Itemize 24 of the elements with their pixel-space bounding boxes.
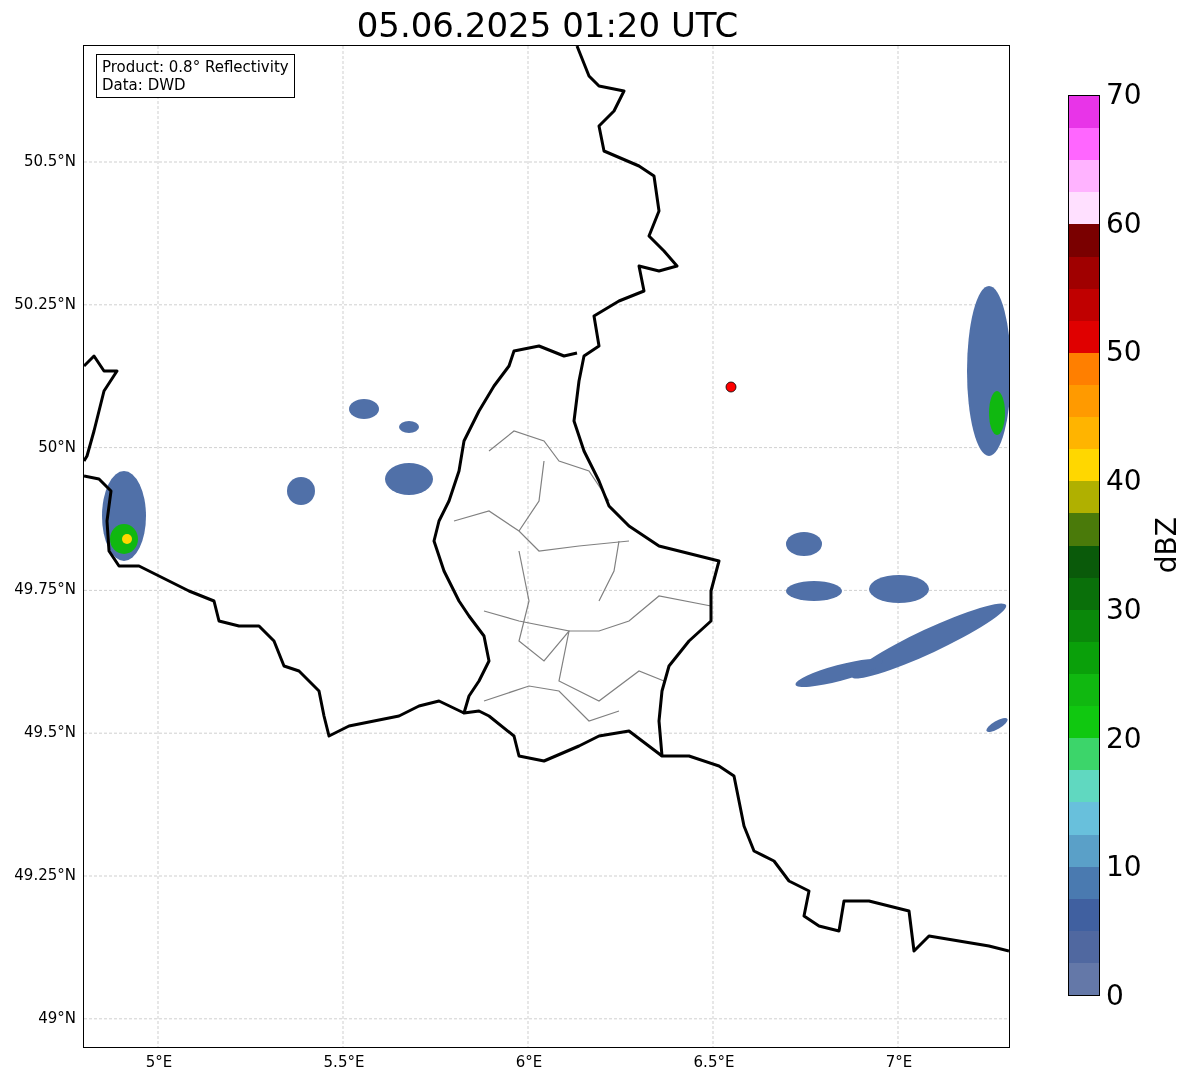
- colorbar-tick-label: 70: [1106, 80, 1142, 110]
- colorbar-tick-label: 30: [1106, 594, 1142, 625]
- legend-text: Data: DWD: [102, 76, 187, 94]
- colorbar-tick-label: 40: [1106, 466, 1142, 497]
- axis-tick-label: 50.25°N: [14, 294, 76, 313]
- axis-tick-label: 49°N: [38, 1008, 76, 1027]
- axis-tick-label: 50.5°N: [23, 152, 76, 170]
- axis-tick-label: 6°E: [515, 1053, 543, 1071]
- colorbar-tick-label: 0: [1106, 981, 1124, 1011]
- axis-tick-label: 7°E: [885, 1053, 913, 1071]
- axis-tick-label: 5.5°E: [323, 1053, 365, 1071]
- axis-tick-label: 49.25°N: [14, 866, 76, 884]
- colorbar-tick-label: 10: [1106, 852, 1142, 883]
- axis-tick-label: 5°E: [145, 1053, 173, 1071]
- colorbar-tick-label: 20: [1106, 723, 1142, 754]
- colorbar-tick-label: 50: [1106, 337, 1142, 368]
- axis-tick-label: 49.75°N: [14, 580, 76, 599]
- axis-tick-label: 49.5°N: [23, 723, 76, 742]
- chart-title: 05.06.2025 01:20 UTC: [355, 4, 740, 45]
- legend-text: Product: 0.8° Reflectivity: [102, 58, 289, 76]
- axis-tick-label: 50°N: [38, 437, 76, 456]
- colorbar-label: dBZ: [1150, 517, 1183, 574]
- colorbar-tick-label: 60: [1106, 208, 1142, 239]
- axis-tick-label: 6.5°E: [693, 1053, 735, 1071]
